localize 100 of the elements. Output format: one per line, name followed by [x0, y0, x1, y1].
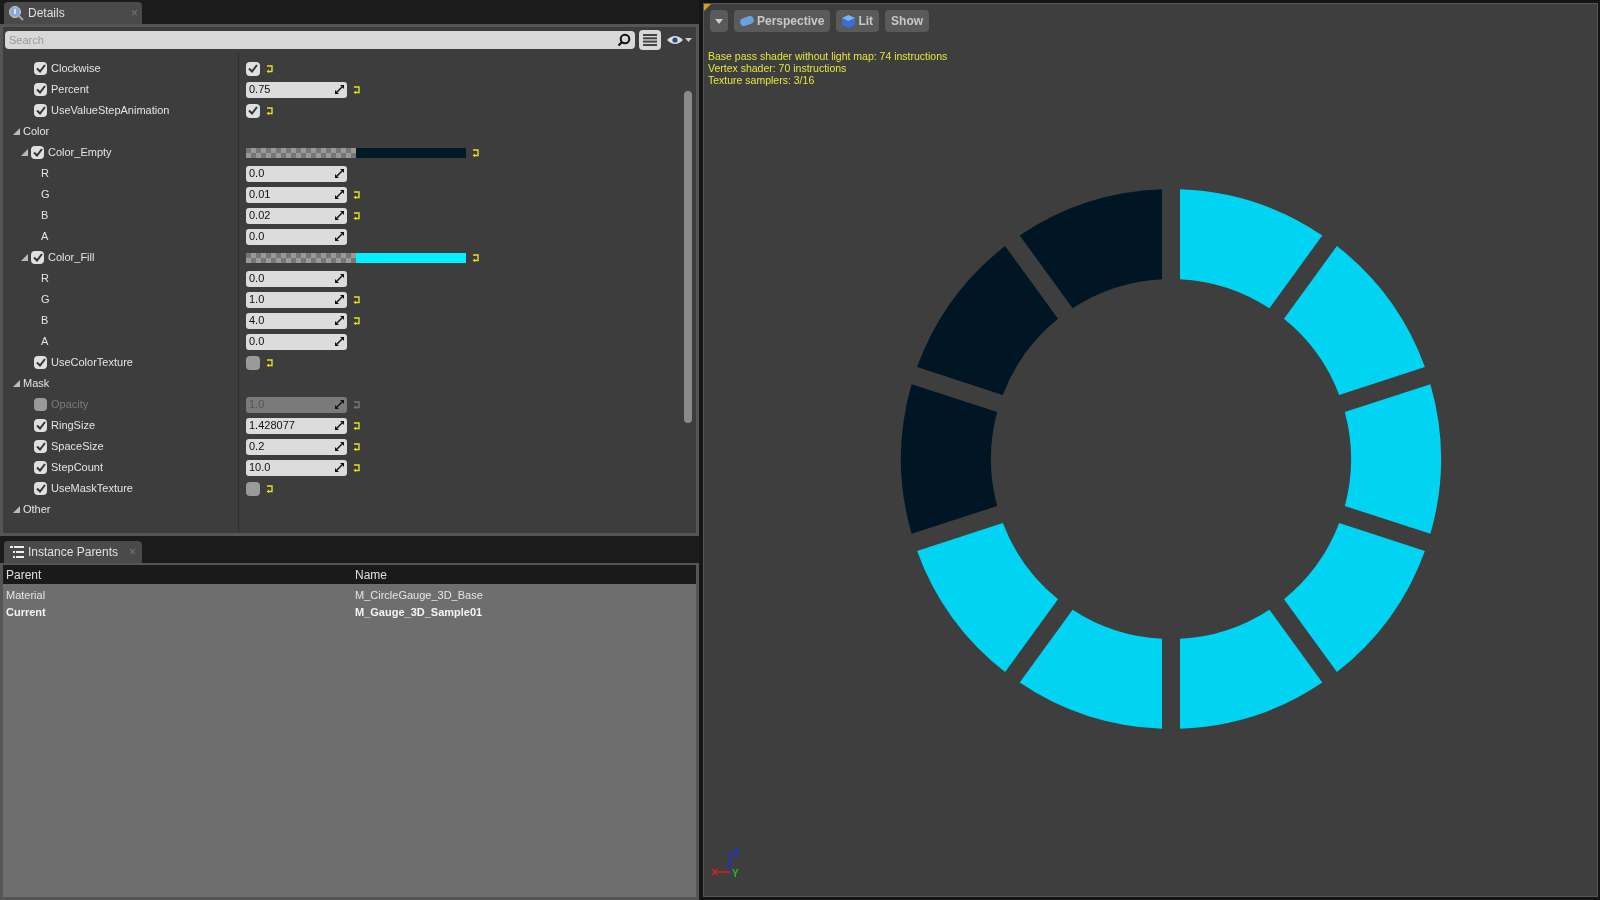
shader-stats-text: Vertex shader: 70 instructions — [708, 62, 848, 74]
table-cell-text: Current — [5, 605, 47, 621]
checkbox[interactable] — [34, 104, 47, 117]
drag-arrows-icon — [335, 295, 344, 304]
property-label: A — [41, 334, 49, 350]
number-field[interactable]: 1.428077 — [246, 417, 347, 434]
shader-stats-text: Texture samplers: 3/16 — [708, 74, 816, 86]
property-label: UseValueStepAnimation — [51, 103, 170, 119]
show-button[interactable]: Show — [885, 10, 930, 32]
axis-label: Z — [733, 847, 740, 858]
number-field[interactable]: 0.01 — [246, 186, 347, 203]
visibility-dropdown[interactable] — [665, 35, 694, 45]
expanded-triangle-icon[interactable] — [13, 506, 20, 513]
category-label: Mask — [23, 376, 50, 392]
checkbox[interactable] — [34, 356, 47, 369]
property-label: B — [41, 208, 49, 224]
number-field[interactable]: 0.2 — [246, 438, 347, 455]
property-label: StepCount — [51, 460, 103, 476]
axis-label: Y — [732, 868, 739, 878]
drag-arrows-icon — [335, 463, 344, 472]
drag-arrows-icon — [335, 400, 344, 409]
axis-gizmo-drawing — [711, 851, 731, 876]
number-field[interactable]: 0.0 — [246, 333, 347, 350]
property-label: G — [41, 187, 50, 203]
number-field[interactable]: 0.0 — [246, 228, 347, 245]
category-label: Color — [23, 124, 50, 140]
search-field[interactable]: Search — [5, 31, 635, 49]
expanded-triangle-icon[interactable] — [13, 128, 20, 135]
tab-title: Instance Parents — [28, 544, 120, 561]
number-field[interactable]: 10.0 — [246, 459, 347, 476]
drag-arrows-icon — [335, 274, 344, 283]
checkbox[interactable] — [34, 440, 47, 453]
property-label: R — [41, 166, 49, 182]
number-field[interactable]: 4.0 — [246, 312, 347, 329]
caret-icon — [715, 18, 723, 24]
property-label: Color_Fill — [48, 250, 95, 266]
drag-arrows-icon — [335, 337, 344, 346]
checkbox[interactable] — [246, 481, 260, 496]
drag-arrows-icon — [335, 316, 344, 325]
property-label: G — [41, 292, 50, 308]
column-header[interactable]: Parent — [3, 565, 352, 584]
category-label: Other — [23, 502, 51, 518]
property-label: Opacity — [51, 397, 89, 413]
viewport-menu-button[interactable] — [710, 10, 728, 32]
property-label: Percent — [51, 82, 89, 98]
number-field[interactable]: 0.0 — [246, 270, 347, 287]
drag-arrows-icon — [335, 211, 344, 220]
drag-arrows-icon — [335, 442, 344, 451]
checkbox[interactable] — [34, 461, 47, 474]
cube-icon — [842, 14, 856, 28]
grid-list-icon — [643, 34, 657, 46]
scrollbar-thumb[interactable] — [684, 91, 692, 423]
checkbox[interactable] — [246, 355, 260, 370]
checkbox[interactable] — [34, 83, 47, 96]
eye-icon — [667, 35, 683, 45]
property-label: UseColorTexture — [51, 355, 133, 371]
drag-arrows-icon — [335, 421, 344, 430]
table-cell-text: Material — [5, 588, 47, 604]
info-magnifier-icon — [8, 5, 24, 21]
number-field[interactable]: 0.75 — [246, 81, 347, 98]
shader-stats-text: Base pass shader without light map: 74 instructions — [708, 50, 949, 62]
list-icon — [10, 546, 24, 558]
checkbox[interactable] — [34, 482, 47, 495]
property-label: Clockwise — [51, 61, 101, 77]
property-label: UseMaskTexture — [51, 481, 133, 497]
property-label: Color_Empty — [48, 145, 112, 161]
color-swatch[interactable] — [246, 252, 466, 263]
viewport[interactable]: Perspective Lit Show Base pass shader without light map: 74 instructions Vertex shader: 70 instructions Texture samplers: 3/16 Z Y — [703, 3, 1598, 897]
drag-arrows-icon — [335, 169, 344, 178]
drag-arrows-icon — [335, 190, 344, 199]
view-options-button[interactable] — [639, 30, 661, 50]
corner-marker-icon — [704, 4, 711, 11]
number-field[interactable]: 1.0 — [246, 291, 347, 308]
expanded-triangle-icon[interactable] — [21, 149, 28, 156]
color-swatch[interactable] — [246, 147, 466, 158]
checkbox[interactable] — [246, 61, 260, 76]
drag-arrows-icon — [335, 85, 344, 94]
expanded-triangle-icon[interactable] — [13, 380, 20, 387]
checkbox[interactable] — [31, 251, 44, 264]
property-label: B — [41, 313, 49, 329]
checkbox[interactable] — [34, 419, 47, 432]
property-label: RingSize — [51, 418, 96, 434]
expanded-triangle-icon[interactable] — [21, 254, 28, 261]
property-label: SpaceSize — [51, 439, 104, 455]
tab-title: Details — [28, 5, 66, 22]
details-tab[interactable]: Details × — [4, 2, 142, 24]
column-header[interactable]: Name — [352, 565, 696, 584]
search-icon — [617, 33, 631, 47]
property-label: A — [41, 229, 49, 245]
number-field[interactable]: 0.0 — [246, 165, 347, 182]
perspective-button[interactable]: Perspective — [734, 10, 831, 32]
instance-parents-tab[interactable]: Instance Parents × — [4, 541, 142, 563]
lit-button[interactable]: Lit — [836, 10, 880, 32]
capsule-icon — [740, 16, 754, 26]
number-field[interactable]: 0.02 — [246, 207, 347, 224]
table-cell-text: M_CircleGauge_3D_Base — [354, 588, 484, 604]
checkbox[interactable] — [31, 146, 44, 159]
checkbox[interactable] — [34, 62, 47, 75]
checkbox[interactable] — [34, 398, 47, 411]
checkbox[interactable] — [246, 103, 260, 118]
